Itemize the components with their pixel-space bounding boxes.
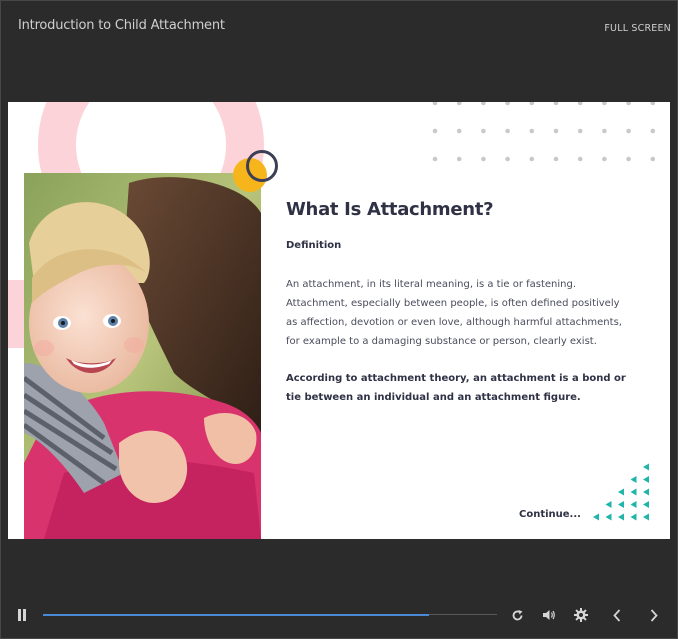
decorative-triangle: [643, 463, 649, 471]
decorative-triangle: [643, 501, 649, 508]
previous-button[interactable]: [607, 598, 627, 632]
pause-icon: [18, 609, 26, 621]
volume-button[interactable]: [539, 598, 559, 632]
slide-canvas: What Is Attachment? Definition An attach…: [8, 102, 670, 539]
volume-icon: [543, 610, 555, 620]
chevron-left-icon: [613, 608, 621, 622]
decorative-triangle: [643, 476, 649, 483]
decorative-triangle: [630, 476, 637, 483]
decorative-triangle: [605, 513, 612, 521]
decorative-triangle: [618, 501, 624, 508]
progress-bar[interactable]: [43, 613, 497, 616]
decorative-triangle: [643, 488, 649, 496]
next-button[interactable]: [644, 598, 664, 632]
player-controls: [0, 598, 678, 632]
replay-icon: [512, 609, 522, 620]
decorative-triangle: [630, 488, 637, 496]
decorative-triangle: [605, 501, 612, 508]
replay-button[interactable]: [507, 598, 527, 632]
decorative-triangle: [630, 513, 637, 521]
progress-fill: [43, 613, 429, 616]
settings-button[interactable]: [571, 598, 591, 632]
decorative-triangle: [630, 501, 637, 508]
gear-icon: [574, 608, 588, 622]
decorative-triangle: [618, 488, 624, 496]
decorative-triangle: [618, 513, 624, 521]
chevron-right-icon: [650, 608, 658, 622]
decorative-triangle-pattern: [593, 463, 649, 521]
pause-button[interactable]: [12, 598, 32, 632]
fullscreen-button[interactable]: FULL SCREEN: [604, 23, 671, 34]
decorative-triangle: [593, 513, 599, 521]
course-title: Introduction to Child Attachment: [18, 18, 225, 33]
decorative-triangle: [643, 513, 649, 521]
